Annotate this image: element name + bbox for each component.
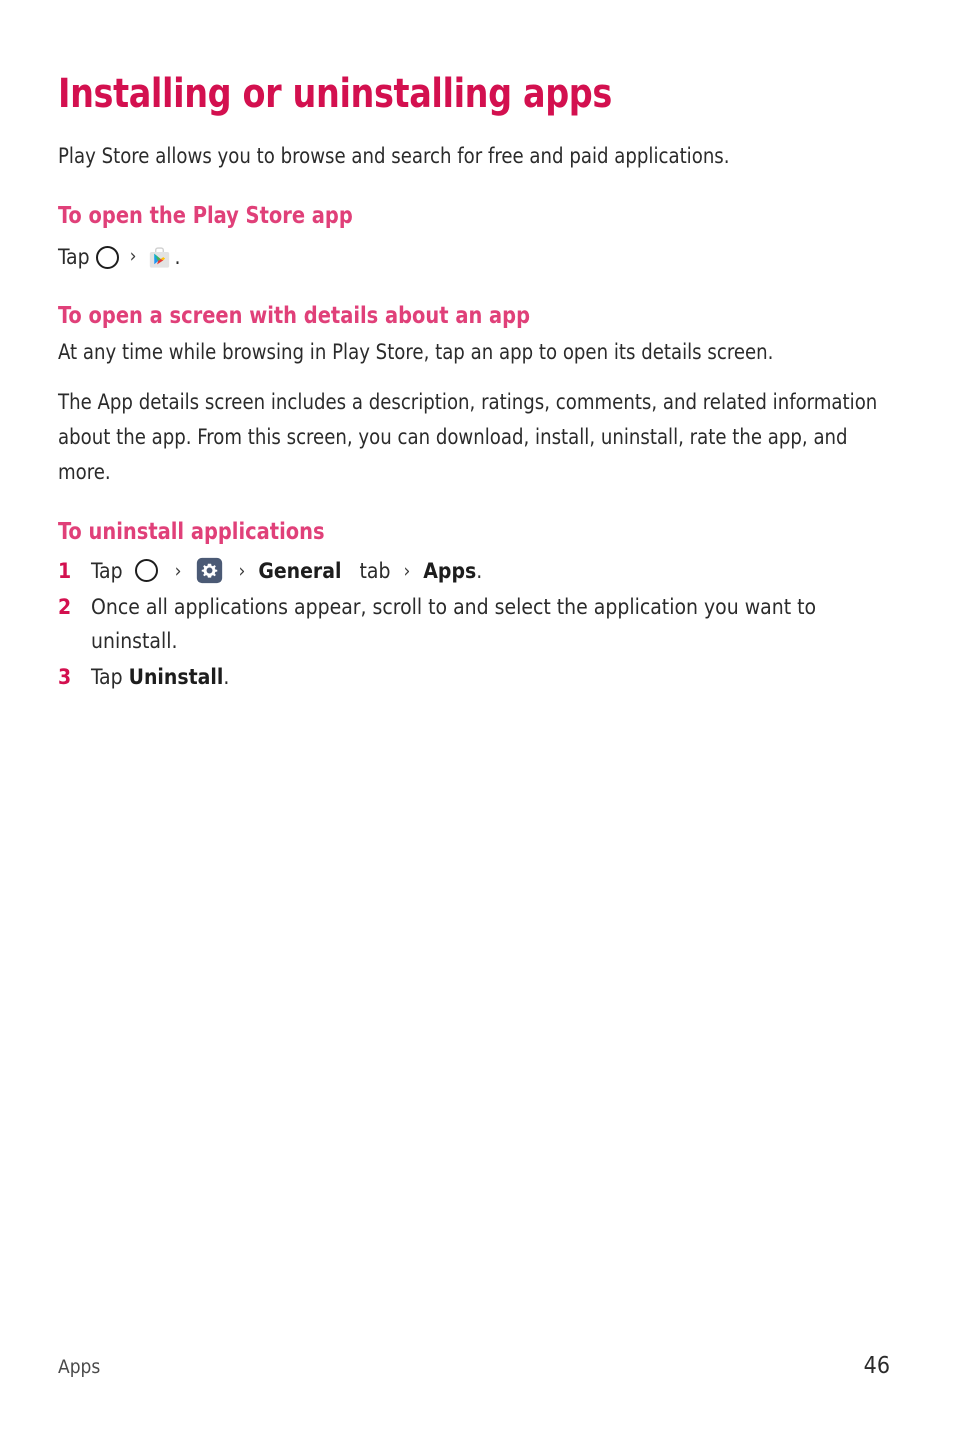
tap-label: Tap [91,665,123,690]
tap-label: Tap [91,559,123,584]
step-number: 3 [58,665,72,690]
tab-word: tab [359,559,391,584]
step-item-2: 2 Once all applications appear, scroll t… [58,590,890,658]
period: . [476,559,483,584]
period: . [223,665,230,690]
step-number: 1 [58,559,72,584]
play-store-icon[interactable] [146,244,173,271]
step-2-text: Once all applications appear, scroll to … [91,595,817,654]
apps-label: Apps [423,559,477,584]
section-heading-app-details: To open a screen with details about an a… [58,302,531,329]
page-footer: Apps 46 [58,1353,890,1379]
general-tab-label: General [258,559,342,584]
footer-section-label: Apps [58,1356,101,1378]
chevron-right-icon: › [129,244,137,267]
section-heading-uninstall-applications: To uninstall applications [58,519,325,546]
app-details-paragraph-2: The App details screen includes a descri… [58,389,878,485]
step-1-content: Tap › › General tab › Apps. [91,557,483,584]
home-icon[interactable] [134,559,158,583]
step-item-3: 3 Tap Uninstall. [58,660,890,694]
footer-page-number: 46 [863,1353,890,1379]
step-number: 2 [58,595,72,620]
home-icon[interactable] [95,245,119,269]
intro-paragraph: Play Store allows you to browse and sear… [58,143,730,168]
uninstall-steps-list: 1 Tap › › General tab › Apps. 2 Once all… [58,548,890,694]
tap-label: Tap [58,244,90,269]
page-title: Installing or uninstalling apps [58,71,612,117]
settings-gear-icon[interactable] [196,557,223,584]
trailing-period: . [174,244,181,269]
step-3-content: Tap Uninstall. [91,665,229,689]
section-heading-open-play-store: To open the Play Store app [58,203,353,230]
chevron-right-icon: › [238,560,246,583]
uninstall-label: Uninstall [128,665,224,690]
step-item-1: 1 Tap › › General tab › Apps. [58,554,890,588]
document-page: Installing or uninstalling apps Play Sto… [0,0,954,1431]
chevron-right-icon: › [403,560,411,583]
chevron-right-icon: › [174,560,182,583]
app-details-paragraph-1: At any time while browsing in Play Store… [58,340,774,365]
open-play-store-instruction: Tap › . [58,232,890,274]
